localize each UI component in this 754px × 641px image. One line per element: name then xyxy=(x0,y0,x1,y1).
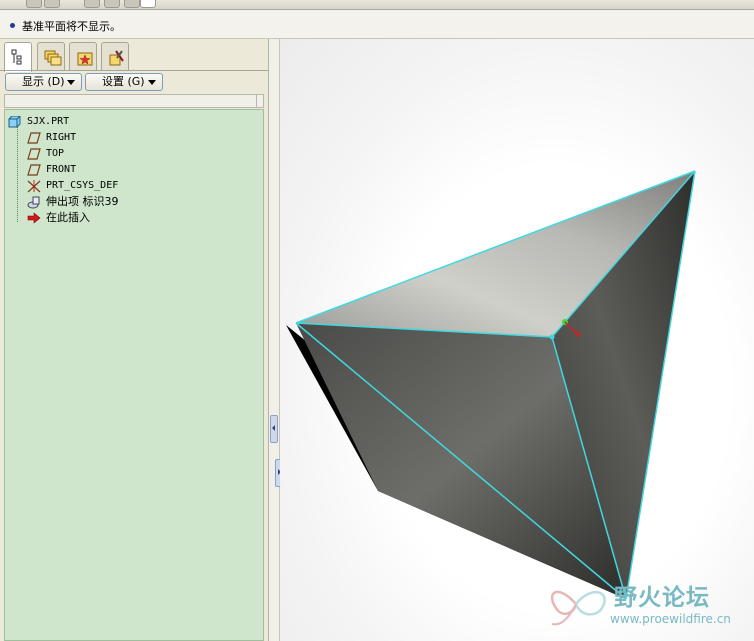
datum-plane-icon xyxy=(27,164,41,176)
folder-browser-tab[interactable] xyxy=(37,42,65,70)
collapse-left-handle[interactable] xyxy=(270,415,278,443)
chevron-down-icon xyxy=(67,80,75,85)
tree-column-header[interactable] xyxy=(4,94,264,108)
tree-item-label: SJX.PRT xyxy=(27,116,70,127)
show-menu-label: 显示 (D) xyxy=(22,75,65,88)
panel-splitter[interactable] xyxy=(268,39,283,641)
message-area: 基准平面将不显示。 xyxy=(0,10,754,39)
graphics-window[interactable] xyxy=(280,39,754,641)
tree-item-label: RIGHT xyxy=(46,132,77,143)
part-icon xyxy=(8,116,21,128)
datum-plane-icon xyxy=(27,148,41,160)
show-menu-button[interactable]: 显示 (D) xyxy=(5,73,82,91)
toolbar-button[interactable] xyxy=(44,0,60,8)
toolbar-button[interactable] xyxy=(26,0,42,8)
tree-item-label: 伸出项 标识39 xyxy=(46,195,119,208)
vertex-point xyxy=(549,334,555,340)
navigator-panel: 显示 (D) 设置 (G) SJX.PRT RIGHT TOP FRONT PR… xyxy=(0,39,268,641)
toolbar-strip xyxy=(0,0,754,10)
favorites-tab[interactable] xyxy=(69,42,97,70)
tree-connector-line xyxy=(17,126,19,222)
settings-menu-button[interactable]: 设置 (G) xyxy=(85,73,163,91)
connections-icon xyxy=(109,50,124,66)
model-viewport[interactable] xyxy=(280,39,754,641)
favorites-icon xyxy=(77,52,93,66)
tree-item-label: FRONT xyxy=(46,164,77,175)
column-resize-handle[interactable] xyxy=(256,95,263,107)
model-tree-icon xyxy=(11,49,22,65)
toolbar-button[interactable] xyxy=(84,0,100,8)
protrusion-icon xyxy=(27,196,40,209)
datum-plane-icon xyxy=(27,132,41,144)
watermark-logo-icon xyxy=(550,590,606,626)
chevron-down-icon xyxy=(148,80,156,85)
tree-item-label: TOP xyxy=(46,148,65,159)
message-text: 基准平面将不显示。 xyxy=(22,20,121,33)
tree-item-label: 在此插入 xyxy=(46,211,90,224)
tab-divider xyxy=(0,70,268,71)
toolbar-button[interactable] xyxy=(140,0,156,8)
watermark-title: 野火论坛 xyxy=(614,585,710,611)
toolbar-button[interactable] xyxy=(104,0,120,8)
connections-tab[interactable] xyxy=(101,42,129,70)
coordinate-system-icon xyxy=(27,180,41,193)
watermark-url: www.proewildfire.cn xyxy=(610,612,731,626)
toolbar-button[interactable] xyxy=(124,0,140,8)
message-bullet-icon xyxy=(10,23,15,28)
model-tree[interactable]: SJX.PRT RIGHT TOP FRONT PRT_CSYS_DEF 伸出项… xyxy=(4,109,264,641)
model-tree-tab[interactable] xyxy=(4,42,32,72)
insert-here-arrow-icon xyxy=(27,212,41,224)
folder-browser-icon xyxy=(44,50,62,66)
settings-menu-label: 设置 (G) xyxy=(102,75,145,88)
tree-item-label: PRT_CSYS_DEF xyxy=(46,180,119,191)
